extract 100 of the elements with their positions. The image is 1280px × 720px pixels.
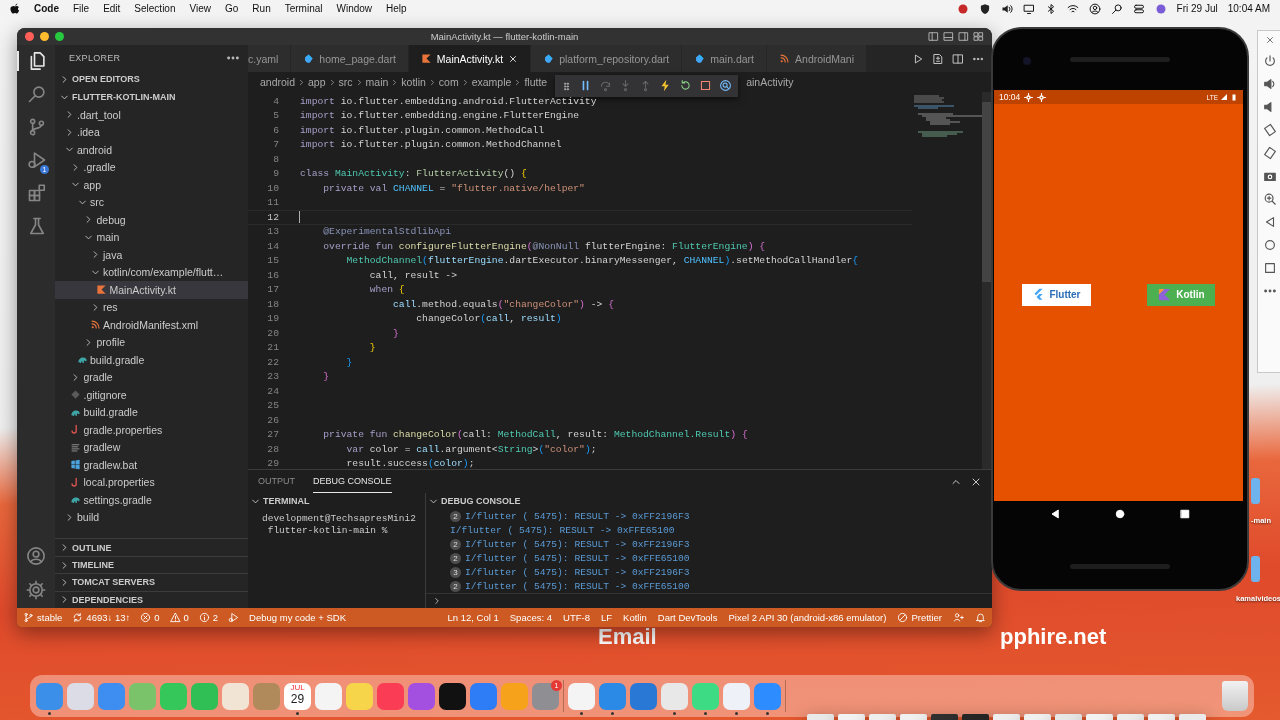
record-icon[interactable] (956, 2, 969, 15)
run-icon[interactable] (912, 52, 924, 65)
search-icon[interactable] (719, 78, 733, 92)
status-item[interactable]: 4693↓ 13↑ (72, 612, 131, 623)
tree-item[interactable]: .gitignore (55, 386, 248, 404)
status-item[interactable]: 0 (169, 612, 189, 623)
section-header[interactable]: TIMELINE (55, 555, 248, 574)
tree-item[interactable]: local.properties (55, 473, 248, 491)
menu-item[interactable]: Help (386, 3, 407, 14)
split-editor-icon[interactable] (952, 52, 964, 65)
editor-tab[interactable]: MainActivity.kt (408, 45, 532, 72)
tree-item[interactable]: gradlew (55, 438, 248, 456)
tree-item[interactable]: kotlin/com/example/flutt… (55, 263, 248, 281)
breadcrumb[interactable]: android (260, 76, 296, 88)
settings-icon[interactable] (26, 580, 46, 600)
menubar-time[interactable]: 10:04 AM (1227, 3, 1270, 14)
status-item[interactable]: 2 (198, 612, 219, 623)
menu-item[interactable]: Edit (103, 3, 121, 14)
volume-up-icon[interactable] (1263, 77, 1277, 91)
user-icon[interactable] (1088, 2, 1101, 15)
status-item[interactable]: Debug my code + SDK (249, 612, 346, 623)
status-item[interactable]: 0 (140, 612, 160, 623)
app-button[interactable]: Flutter (1022, 283, 1091, 306)
status-item[interactable]: UTF-8 (563, 612, 590, 623)
tree-item[interactable]: gradle (55, 368, 248, 386)
status-item[interactable]: Spaces: 4 (509, 612, 553, 623)
tree-item[interactable]: src (55, 193, 248, 211)
apple-logo-icon[interactable] (10, 3, 20, 14)
section-header[interactable]: OPEN EDITORS (55, 70, 248, 88)
tree-item[interactable]: .idea (55, 123, 248, 141)
panel-layout-icon[interactable] (943, 31, 954, 42)
tree-item[interactable]: MainActivity.kt (55, 281, 248, 299)
home-icon[interactable] (1114, 508, 1126, 520)
status-item[interactable]: stable (23, 612, 63, 623)
menu-item[interactable]: File (73, 3, 90, 14)
tree-item[interactable]: build.gradle (55, 351, 248, 369)
breadcrumb[interactable]: com (438, 76, 459, 88)
tree-item[interactable]: java (55, 246, 248, 264)
bell-icon[interactable] (975, 612, 986, 623)
rotate-left-icon[interactable] (1263, 123, 1277, 137)
wifi-icon[interactable] (1066, 2, 1079, 15)
status-item[interactable]: LF (600, 612, 613, 623)
tree-item[interactable]: profile (55, 333, 248, 351)
breadcrumb[interactable]: app (308, 76, 326, 88)
account-icon[interactable] (26, 546, 46, 566)
section-header[interactable]: OUTLINE (55, 538, 248, 556)
menu-item[interactable]: Window (336, 3, 373, 14)
control-center-icon[interactable] (1132, 2, 1145, 15)
tree-item[interactable]: app (55, 176, 248, 194)
power-icon[interactable] (1263, 54, 1277, 68)
tree-item[interactable]: gradle.properties (55, 421, 248, 439)
tree-item[interactable]: AndroidManifest.xml (55, 316, 248, 334)
breadcrumb[interactable]: kotlin (401, 76, 426, 88)
tree-item[interactable]: android (55, 141, 248, 159)
overview-icon[interactable] (1178, 508, 1191, 520)
section-header[interactable]: FLUTTER-KOTLIN-MAIN (55, 88, 248, 106)
back-icon[interactable] (1049, 508, 1062, 520)
status-item[interactable]: Prettier (897, 612, 942, 623)
menu-item[interactable]: Terminal (284, 3, 323, 14)
editor-tab[interactable]: AndroidMani (767, 45, 867, 72)
panel-tab[interactable]: OUTPUT (258, 470, 295, 493)
feedback-icon[interactable] (953, 612, 964, 623)
open-changes-icon[interactable] (932, 52, 944, 65)
restart-icon[interactable] (679, 78, 693, 92)
menu-item[interactable]: Selection (134, 3, 176, 14)
status-item[interactable]: Dart DevTools (657, 612, 718, 623)
breadcrumb[interactable]: main (365, 76, 389, 88)
menu-item[interactable]: View (189, 3, 211, 14)
tree-item[interactable]: build.gradle (55, 403, 248, 421)
siri-icon[interactable] (1154, 2, 1167, 15)
section-header[interactable]: DEBUG CONSOLE (426, 493, 992, 509)
stop-icon[interactable] (699, 78, 713, 92)
tree-item[interactable]: main (55, 228, 248, 246)
close-icon[interactable] (508, 53, 519, 64)
panel-tab[interactable]: DEBUG CONSOLE (313, 470, 392, 493)
editor-tab[interactable]: c.yaml (248, 45, 292, 72)
section-header[interactable]: TOMCAT SERVERS (55, 573, 248, 591)
status-item[interactable]: Ln 12, Col 1 (447, 612, 499, 623)
secondary-sidebar-icon[interactable] (958, 31, 969, 42)
tree-item[interactable]: debug (55, 211, 248, 229)
prompt-chevron-icon[interactable] (432, 596, 442, 606)
editor-tab[interactable]: platform_repository.dart (531, 45, 683, 72)
editor-tab[interactable]: home_page.dart (291, 45, 409, 72)
menubar-date[interactable]: Fri 29 Jul (1176, 3, 1218, 14)
breadcrumb[interactable]: example (471, 76, 512, 88)
back-icon[interactable] (1263, 215, 1277, 229)
tree-item[interactable]: .gradle (55, 158, 248, 176)
search-icon[interactable] (1110, 2, 1123, 15)
minimize-button[interactable] (40, 32, 49, 41)
editor-tab[interactable]: main.dart (682, 45, 768, 72)
breadcrumb[interactable]: src (338, 76, 353, 88)
display-icon[interactable] (1022, 2, 1035, 15)
section-header[interactable]: TERMINAL (248, 493, 425, 509)
menu-item[interactable]: Go (225, 3, 239, 14)
tree-item[interactable]: build (55, 508, 248, 526)
breadcrumb[interactable]: ainActivity (746, 76, 794, 88)
volume-icon[interactable] (1000, 2, 1013, 15)
rotate-right-icon[interactable] (1263, 146, 1277, 160)
debug-icon[interactable] (228, 612, 240, 623)
sidebar-layout-icon[interactable] (928, 31, 939, 42)
